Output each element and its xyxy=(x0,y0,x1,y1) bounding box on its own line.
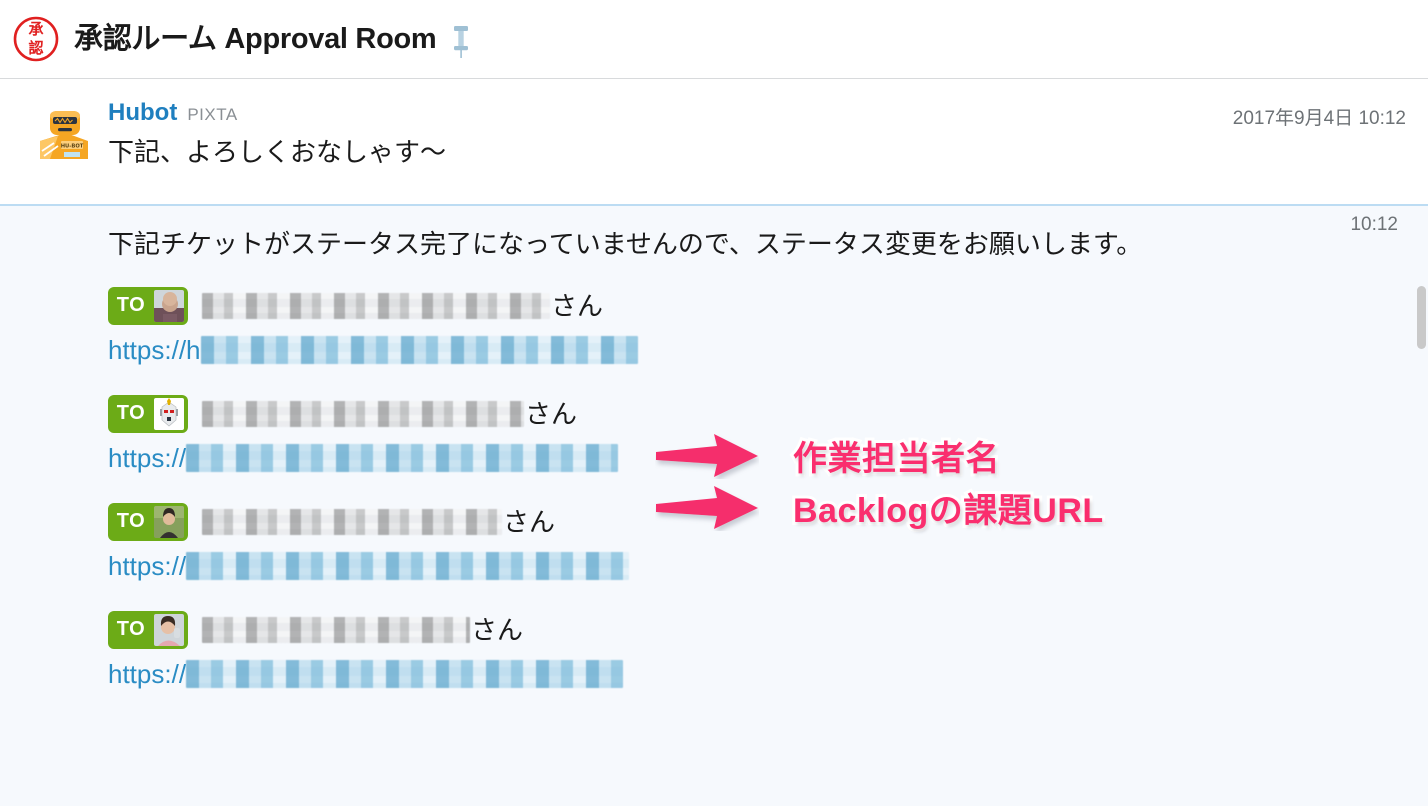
to-badge-label: TO xyxy=(116,294,146,317)
to-badge-label: TO xyxy=(116,402,146,425)
to-badge[interactable]: TO xyxy=(108,610,188,649)
gundam-face-avatar-2 xyxy=(154,397,184,430)
recipient-name-wrap: さん xyxy=(202,398,578,429)
recipient-name-redacted xyxy=(202,616,470,643)
room-header: 承 認 承認ルーム Approval Room xyxy=(0,0,1428,79)
speaker-name[interactable]: Hubot xyxy=(108,101,177,125)
message-header-block: HU-BOT Hubot PIXTA 下記、よろしくおなしゃす〜 2017年9月… xyxy=(0,79,1428,206)
recipient-mention-row[interactable]: TO さん xyxy=(108,394,1428,434)
message-list: HU-BOT Hubot PIXTA 下記、よろしくおなしゃす〜 2017年9月… xyxy=(0,79,1428,806)
vertical-scrollbar[interactable] xyxy=(1415,79,1428,806)
user-photo-avatar-4 xyxy=(154,613,184,646)
recipient-mention-row[interactable]: TO さん xyxy=(108,610,1428,650)
room-title: 承認ルーム Approval Room xyxy=(74,22,437,55)
recipient-url-row[interactable]: https:// xyxy=(108,440,1428,476)
recipient-name-redacted xyxy=(202,400,524,427)
recipient-block: TO さん xyxy=(0,610,1428,692)
message-greeting: 下記、よろしくおなしゃす〜 xyxy=(108,137,447,167)
scrollbar-thumb[interactable] xyxy=(1417,286,1426,349)
approval-stamp-icon: 承 認 xyxy=(12,15,60,63)
url-redacted xyxy=(186,659,624,688)
recipient-name-redacted xyxy=(202,292,550,319)
svg-text:HU-BOT: HU-BOT xyxy=(61,144,84,150)
svg-text:認: 認 xyxy=(28,39,43,57)
recipient-url-row[interactable]: https:// xyxy=(108,548,1428,584)
recipient-name-wrap: さん xyxy=(202,506,556,537)
recipient-honorific: さん xyxy=(551,290,604,321)
recipient-honorific: さん xyxy=(503,506,556,537)
recipient-honorific: さん xyxy=(471,614,524,645)
recipient-url-row[interactable]: https:// xyxy=(108,656,1428,692)
recipient-mention-row[interactable]: TO さん xyxy=(108,286,1428,326)
url-redacted xyxy=(186,443,619,472)
chat-room-window: 承 認 承認ルーム Approval Room HU-BOT Hubot PIX… xyxy=(0,0,1428,806)
to-badge-label: TO xyxy=(116,510,146,533)
recipient-block: TO さん xyxy=(0,286,1428,368)
url-redacted xyxy=(200,335,638,364)
recipient-url-row[interactable]: https://h xyxy=(108,332,1428,368)
svg-text:承: 承 xyxy=(28,20,43,38)
recipient-name-wrap: さん xyxy=(202,290,604,321)
pushpin-icon[interactable] xyxy=(450,25,472,59)
recipient-name-redacted xyxy=(202,508,502,535)
url-prefix: https://h xyxy=(108,334,201,365)
speaker-organization: PIXTA xyxy=(187,105,238,124)
recipient-mention-row[interactable]: TO さん xyxy=(108,502,1428,542)
message-body-time: 10:12 xyxy=(1350,214,1398,235)
message-timestamp: 2017年9月4日 10:12 xyxy=(1232,108,1406,129)
url-prefix: https:// xyxy=(108,550,187,581)
url-redacted xyxy=(186,551,630,580)
url-prefix: https:// xyxy=(108,442,187,473)
user-photo-avatar-1 xyxy=(154,289,184,322)
message-body: 下記チケットがステータス完了になっていませんので、ステータス変更をお願いします。… xyxy=(0,206,1428,692)
recipient-block: TO さん https:// xyxy=(0,394,1428,476)
recipient-name-wrap: さん xyxy=(202,614,524,645)
url-prefix: https:// xyxy=(108,658,187,689)
to-badge[interactable]: TO xyxy=(108,394,188,433)
recipient-block: TO さん xyxy=(0,502,1428,584)
recipient-honorific: さん xyxy=(525,398,578,429)
user-photo-avatar-3 xyxy=(154,505,184,538)
message-body-text: 下記チケットがステータス完了になっていませんので、ステータス変更をお願いします。 xyxy=(108,229,1143,259)
hubot-robot-avatar[interactable]: HU-BOT xyxy=(36,103,92,159)
to-badge-label: TO xyxy=(116,618,146,641)
to-badge[interactable]: TO xyxy=(108,502,188,541)
to-badge[interactable]: TO xyxy=(108,286,188,325)
